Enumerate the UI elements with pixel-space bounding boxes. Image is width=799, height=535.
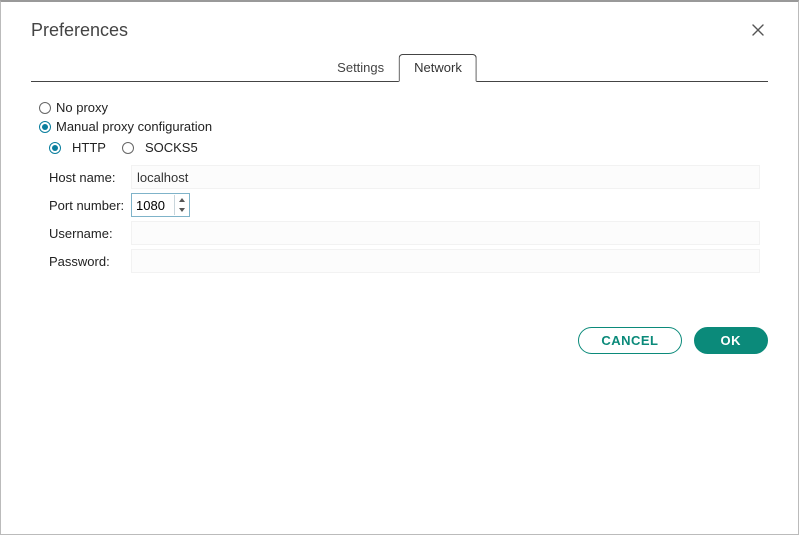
ok-button[interactable]: OK: [694, 327, 769, 354]
tab-container: Settings Network: [322, 54, 477, 82]
port-label: Port number:: [39, 198, 131, 213]
spinner-buttons: [174, 195, 189, 215]
titlebar: Preferences: [31, 2, 768, 55]
username-row: Username:: [39, 221, 760, 245]
radio-http[interactable]: [49, 142, 61, 154]
tab-network[interactable]: Network: [399, 54, 477, 82]
tab-settings[interactable]: Settings: [322, 54, 399, 82]
radio-socks5[interactable]: [122, 142, 134, 154]
host-label: Host name:: [39, 170, 131, 185]
host-row: Host name:: [39, 165, 760, 189]
cancel-button[interactable]: CANCEL: [578, 327, 681, 354]
dialog-title: Preferences: [31, 20, 128, 41]
proxy-type-row: HTTP SOCKS5: [49, 140, 760, 155]
port-spinner[interactable]: [131, 193, 190, 217]
radio-http-label: HTTP: [72, 140, 106, 155]
port-input[interactable]: [132, 196, 174, 215]
network-form: No proxy Manual proxy configuration HTTP…: [31, 82, 768, 273]
username-label: Username:: [39, 226, 131, 241]
host-input[interactable]: [131, 165, 760, 189]
close-icon[interactable]: [750, 22, 768, 40]
spinner-up-icon[interactable]: [175, 195, 189, 205]
username-input[interactable]: [131, 221, 760, 245]
tab-strip: Settings Network: [31, 55, 768, 82]
port-row: Port number:: [39, 193, 760, 217]
radio-no-proxy-label: No proxy: [56, 100, 108, 115]
spinner-down-icon[interactable]: [175, 205, 189, 215]
radio-row-no-proxy[interactable]: No proxy: [39, 100, 760, 115]
password-label: Password:: [39, 254, 131, 269]
password-row: Password:: [39, 249, 760, 273]
radio-manual-label: Manual proxy configuration: [56, 119, 212, 134]
dialog-footer: CANCEL OK: [578, 327, 768, 354]
radio-socks5-label: SOCKS5: [145, 140, 198, 155]
preferences-dialog: Preferences Settings Network No proxy Ma…: [0, 0, 799, 535]
radio-row-manual[interactable]: Manual proxy configuration: [39, 119, 760, 134]
radio-manual[interactable]: [39, 121, 51, 133]
radio-no-proxy[interactable]: [39, 102, 51, 114]
password-input[interactable]: [131, 249, 760, 273]
